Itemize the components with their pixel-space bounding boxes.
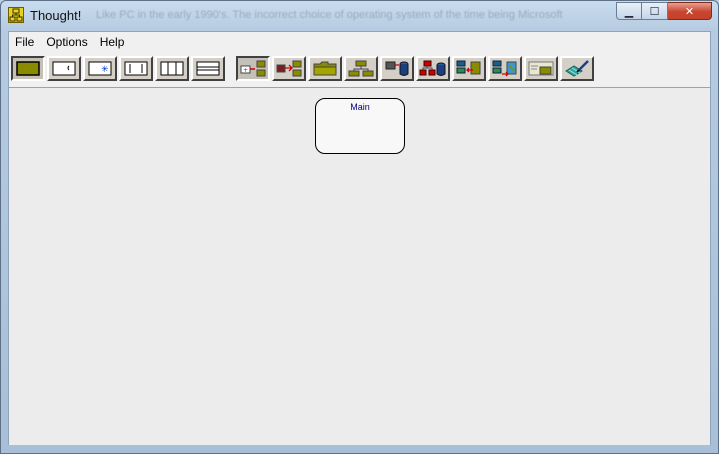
export-nodes-button[interactable] (488, 56, 522, 81)
tree-layout-button[interactable] (344, 56, 378, 81)
add-child-node-button[interactable]: + (236, 56, 270, 81)
maximize-button[interactable]: ☐ (642, 2, 668, 20)
folder-node-icon (313, 61, 337, 76)
box-star-tool-icon: ✳ (88, 61, 112, 76)
pen-edit-icon (565, 60, 589, 77)
box-star-tool-button[interactable]: ✳ (83, 56, 117, 81)
box-lines-tool-icon (196, 61, 220, 76)
box-brackets-tool-button[interactable] (119, 56, 153, 81)
title-ghost-text: Like PC in the early 1990's. The incorre… (96, 9, 563, 21)
svg-text:✳: ✳ (101, 65, 109, 75)
svg-text:+: + (243, 67, 248, 74)
folder-node-button[interactable] (308, 56, 342, 81)
add-child-node-icon: + (240, 60, 266, 77)
window-controls: ▁ ☐ ✕ (616, 2, 712, 21)
add-sibling-node-button[interactable] (272, 56, 306, 81)
tree-layout-icon (348, 60, 374, 77)
box-brackets-tool-icon (124, 61, 148, 76)
network-database-button[interactable] (416, 56, 450, 81)
network-database-icon (419, 60, 446, 76)
title-bar[interactable]: Thought! Like PC in the early 1990's. Th… (1, 1, 718, 31)
minimize-button[interactable]: ▁ (616, 2, 642, 20)
import-nodes-icon (456, 60, 481, 75)
box-lines-tool-button[interactable] (191, 56, 225, 81)
add-sibling-node-icon (276, 60, 302, 77)
database-link-icon (385, 61, 409, 76)
import-nodes-button[interactable] (452, 56, 486, 81)
database-link-button[interactable] (380, 56, 414, 81)
node-main-label: Main (350, 102, 370, 112)
close-button[interactable]: ✕ (668, 2, 712, 20)
box-corner-tool-button[interactable] (47, 56, 81, 81)
note-node-button[interactable] (524, 56, 558, 81)
diagram-canvas[interactable]: Main (9, 87, 710, 445)
box-bars-tool-icon (160, 61, 184, 76)
menu-help[interactable]: Help (94, 32, 131, 53)
box-outline-tool-button[interactable] (11, 56, 45, 81)
node-main[interactable]: Main (315, 98, 405, 154)
menu-options[interactable]: Options (40, 32, 93, 53)
app-icon[interactable] (8, 7, 24, 23)
box-bars-tool-button[interactable] (155, 56, 189, 81)
client-area: File Options Help ✳ + Main (8, 31, 711, 445)
menu-bar: File Options Help (9, 32, 710, 53)
note-node-icon (528, 61, 554, 76)
pen-edit-button[interactable] (560, 56, 594, 81)
toolbar: ✳ + (9, 53, 710, 84)
window-title: Thought! (30, 8, 82, 23)
app-window: Thought! Like PC in the early 1990's. Th… (0, 0, 719, 454)
export-nodes-icon (492, 60, 517, 77)
menu-file[interactable]: File (9, 32, 40, 53)
box-outline-tool-icon (16, 61, 40, 76)
box-corner-tool-icon (52, 61, 76, 76)
